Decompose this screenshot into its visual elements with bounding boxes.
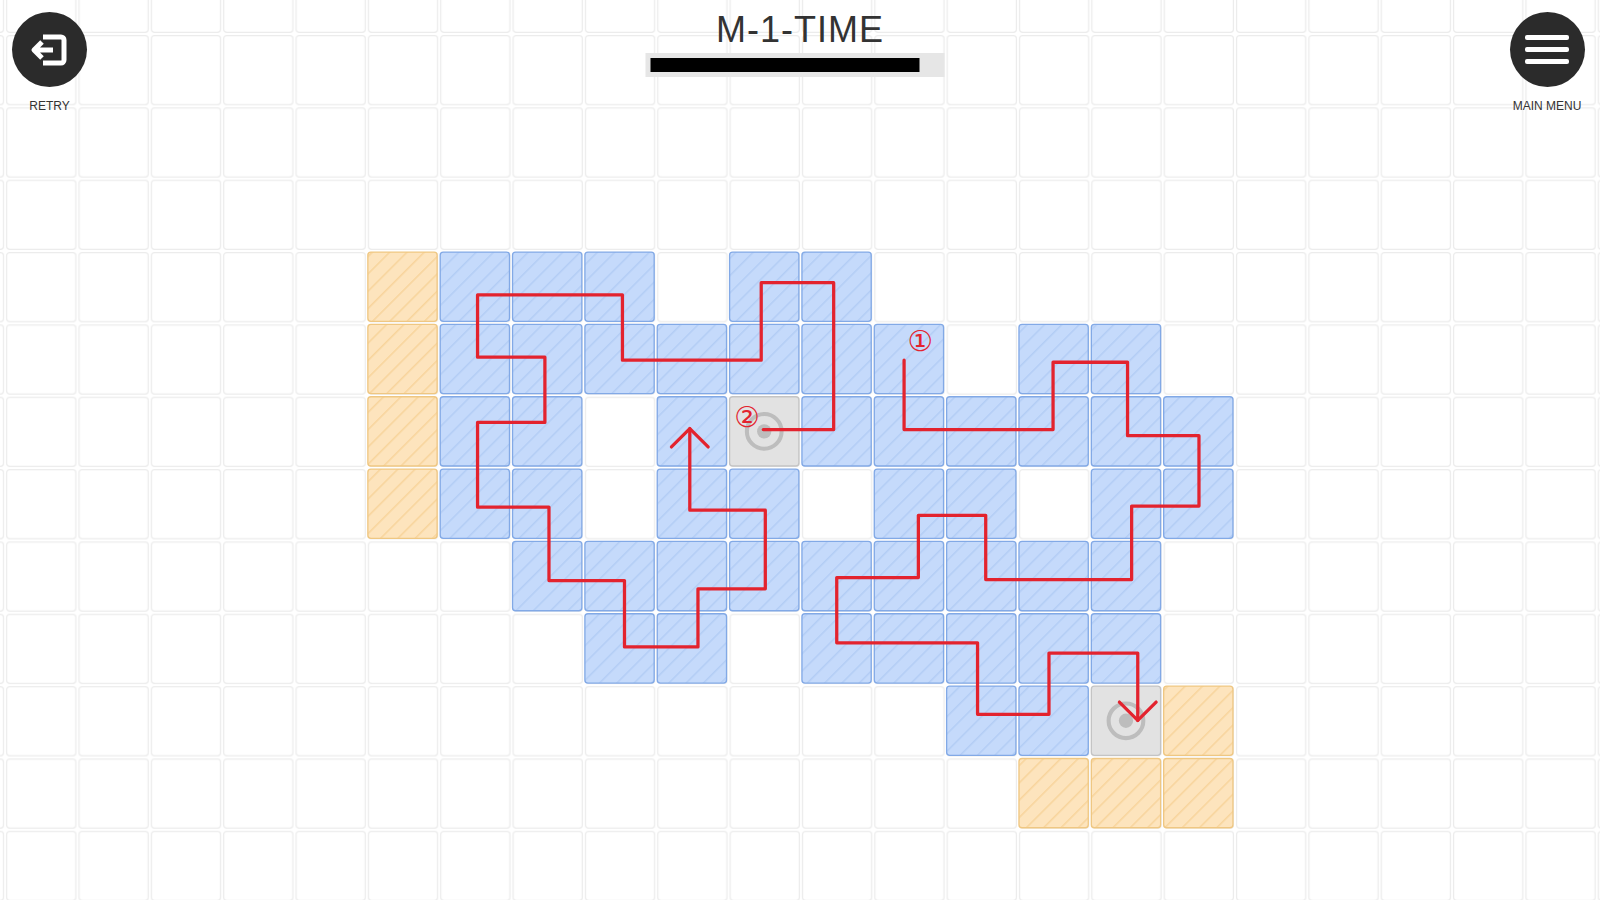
wall-tile: [1091, 758, 1160, 827]
block-tile[interactable]: [513, 541, 582, 610]
block-tile[interactable]: [1091, 541, 1160, 610]
header: RETRY M-1-TIME MAIN MENU: [0, 0, 1600, 115]
level-header: M-1-TIME: [656, 8, 945, 77]
goal-tile: [730, 397, 799, 466]
main-menu-button[interactable]: MAIN MENU: [1502, 12, 1592, 115]
wall-tile: [368, 252, 437, 321]
retry-button[interactable]: RETRY: [12, 12, 87, 115]
block-tile[interactable]: [513, 469, 582, 538]
grid-background: [0, 0, 1600, 900]
retry-icon[interactable]: [12, 12, 87, 87]
arrow-head-icon: [1119, 702, 1156, 720]
block-tile[interactable]: [874, 324, 943, 393]
block-tile[interactable]: [947, 397, 1016, 466]
block-tile[interactable]: [440, 397, 509, 466]
drawn-path: [478, 283, 834, 647]
block-tile[interactable]: [947, 541, 1016, 610]
block-tile[interactable]: [513, 397, 582, 466]
block-tile[interactable]: [1091, 469, 1160, 538]
block-tile[interactable]: [513, 252, 582, 321]
block-tile[interactable]: [802, 324, 871, 393]
main-menu-label[interactable]: MAIN MENU: [1513, 97, 1582, 115]
retry-label[interactable]: RETRY: [29, 97, 69, 115]
goal-tile: [1091, 686, 1160, 755]
block-tile[interactable]: [513, 324, 582, 393]
timer-track: [646, 53, 945, 77]
block-tile[interactable]: [657, 397, 726, 466]
arrow-head-icon: [671, 429, 708, 447]
game-board[interactable]: ①②: [0, 0, 1600, 900]
block-tile[interactable]: [947, 614, 1016, 683]
block-tile[interactable]: [802, 397, 871, 466]
block-tile[interactable]: [874, 397, 943, 466]
wall-tile: [368, 324, 437, 393]
wall-tile: [368, 469, 437, 538]
block-tile[interactable]: [1019, 541, 1088, 610]
block-tile[interactable]: [657, 541, 726, 610]
block-tile[interactable]: [440, 252, 509, 321]
block-tile[interactable]: [947, 686, 1016, 755]
block-tile[interactable]: [1019, 686, 1088, 755]
drawn-path: [837, 360, 1199, 720]
block-tile[interactable]: [802, 252, 871, 321]
level-title: M-1-TIME: [716, 8, 884, 51]
path-label: ②: [734, 400, 760, 434]
path-label: ①: [908, 324, 934, 358]
block-tile[interactable]: [440, 324, 509, 393]
game-screen: ①② RETRYM-1-TIMEMAIN MENU: [0, 0, 1600, 900]
block-tile[interactable]: [730, 252, 799, 321]
wall-tile: [1164, 758, 1233, 827]
block-tile[interactable]: [440, 469, 509, 538]
block-tile[interactable]: [1019, 614, 1088, 683]
block-tile[interactable]: [947, 469, 1016, 538]
wall-tile: [1019, 758, 1088, 827]
block-tile[interactable]: [874, 614, 943, 683]
block-tile[interactable]: [585, 252, 654, 321]
timer-fill: [651, 58, 920, 72]
block-tile[interactable]: [585, 541, 654, 610]
wall-tile: [1164, 686, 1233, 755]
wall-tile: [368, 397, 437, 466]
block-tile[interactable]: [657, 469, 726, 538]
menu-icon[interactable]: [1510, 12, 1585, 87]
block-tile[interactable]: [1091, 614, 1160, 683]
block-tile[interactable]: [874, 469, 943, 538]
